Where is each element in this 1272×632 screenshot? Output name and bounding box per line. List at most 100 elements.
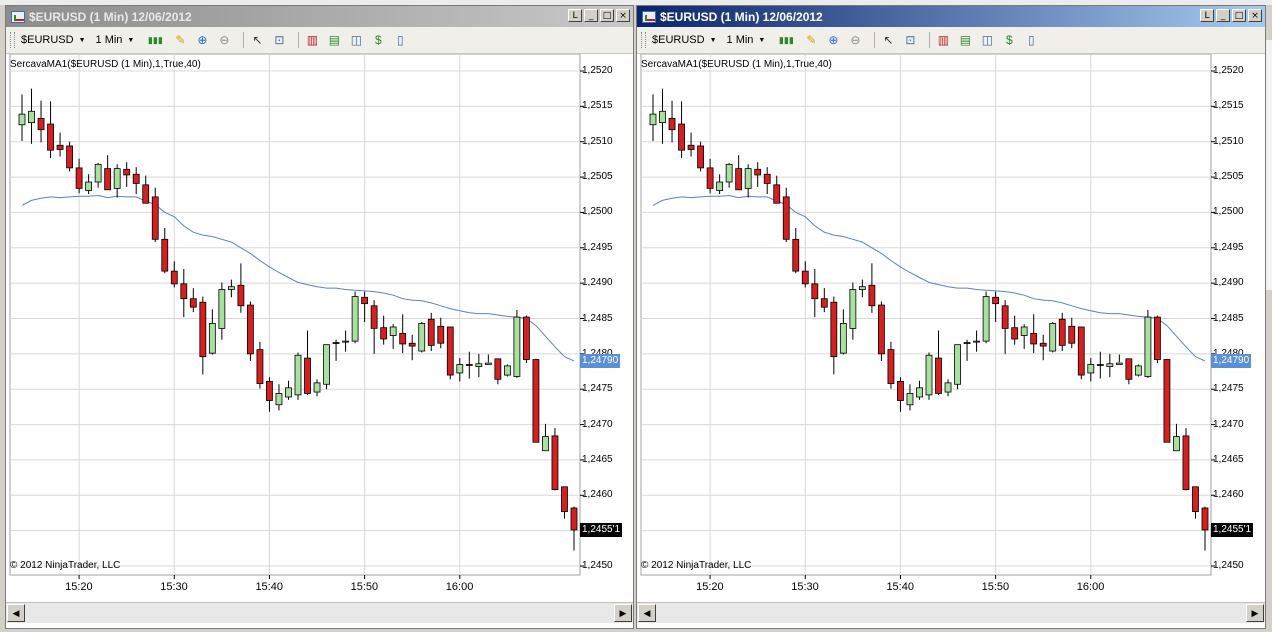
interval-label: 1 Min	[95, 34, 123, 46]
interval-dropdown[interactable]: 1 Min ▼	[727, 34, 766, 46]
chart-panel[interactable]: 1,2520 1,2515 1,2510 1,2505 1,2500 1,2495 1,24…	[6, 54, 633, 606]
y-tick-label: 1,2450	[582, 560, 613, 571]
bar-type-icon[interactable]: ▮▮▮	[775, 32, 797, 48]
candle-body	[897, 381, 904, 401]
drawing-pencil-icon[interactable]: ✎	[803, 32, 819, 48]
y-tick-label: 1,2520	[582, 65, 613, 76]
interval-label: 1 Min	[726, 34, 754, 46]
toolbar-grip[interactable]	[10, 32, 15, 48]
interval-dropdown[interactable]: 1 Min ▼	[96, 34, 135, 46]
zoom-out-icon[interactable]: ⊖	[847, 32, 863, 48]
candle	[294, 352, 302, 400]
candle-body	[361, 296, 369, 305]
candle-body	[744, 168, 752, 189]
instrument-dropdown[interactable]: $EURUSD ▼	[652, 34, 717, 46]
zoom-out-icon[interactable]: ⊖	[216, 32, 232, 48]
chart-window-left[interactable]: $EURUSD (1 Min) 12/06/2012 L _ □ × $EURUSD ▼ 1 …	[5, 5, 634, 629]
minimize-button[interactable]: _	[1216, 9, 1230, 22]
candle-body	[668, 117, 676, 131]
candle-body	[494, 358, 502, 380]
strategies-icon[interactable]: ▤	[326, 32, 342, 48]
scroll-right-button[interactable]: ▶	[1246, 604, 1264, 622]
chart-panel[interactable]: 1,2520 1,2515 1,2510 1,2505 1,2500 1,2495 1,24…	[637, 54, 1265, 606]
candle	[1077, 326, 1085, 380]
candle-body	[1058, 318, 1066, 346]
y-tick-label: 1,2475	[582, 383, 613, 395]
candle-body	[237, 284, 245, 307]
maximize-button[interactable]: □	[600, 9, 614, 22]
y-tick-label: 1,2495	[582, 241, 613, 253]
data-box-icon[interactable]: ⊡	[271, 32, 287, 48]
candle	[1154, 315, 1161, 364]
y-tick-label: 1,2505	[1213, 171, 1244, 183]
candle-body	[1096, 364, 1104, 366]
y-tick-label: 1,2485	[1213, 312, 1244, 324]
order-icon[interactable]: $	[1001, 32, 1017, 48]
candle-body	[1030, 332, 1038, 345]
candle-body	[427, 318, 435, 346]
close-button[interactable]: ×	[616, 9, 630, 22]
y-tick-label: 1,2475	[1213, 383, 1244, 395]
candle-body	[1125, 358, 1133, 380]
y-tick-label: 1,2495	[1213, 241, 1244, 253]
price-chart[interactable]	[637, 54, 1265, 606]
toolbar-grip[interactable]	[641, 32, 646, 48]
maximize-button[interactable]: □	[1232, 9, 1246, 22]
candle-body	[992, 296, 1000, 305]
candle-body	[1068, 325, 1076, 344]
indicators-icon[interactable]: ▥	[935, 32, 951, 48]
chart-toolbar: $EURUSD ▼ 1 Min ▼ ▮▮▮ ✎ ⊕ ⊖ ↖ ⊡ ▥ ▤ ◫ $ ▯	[637, 27, 1265, 54]
candle	[1182, 428, 1190, 491]
cursor-icon[interactable]: ↖	[249, 32, 265, 48]
price-chart[interactable]	[6, 54, 634, 606]
chart-properties-icon[interactable]: ◫	[348, 32, 364, 48]
instrument-dropdown[interactable]: $EURUSD ▼	[21, 34, 86, 46]
data-box-icon[interactable]: ⊡	[902, 32, 918, 48]
title-bar[interactable]: $EURUSD (1 Min) 12/06/2012	[6, 6, 633, 27]
candle-body	[104, 168, 112, 191]
candle-body	[716, 181, 724, 191]
template-icon[interactable]: ▯	[1023, 32, 1039, 48]
candle-body	[887, 349, 895, 384]
template-icon[interactable]: ▯	[392, 32, 408, 48]
candle-body	[66, 145, 73, 169]
close-button[interactable]: ×	[1248, 9, 1262, 22]
zoom-in-icon[interactable]: ⊕	[194, 32, 210, 48]
x-tick-label: 15:40	[886, 581, 914, 593]
candle	[532, 358, 540, 443]
candle-body	[161, 238, 169, 272]
bar-type-icon[interactable]: ▮▮▮	[144, 32, 166, 48]
strategies-icon[interactable]: ▤	[957, 32, 973, 48]
candle-body	[1077, 326, 1085, 376]
candle-body	[1173, 436, 1180, 452]
indicators-icon[interactable]: ▥	[304, 32, 320, 48]
ma-price-marker: 1,24790	[580, 353, 621, 368]
order-icon[interactable]: $	[370, 32, 386, 48]
candle-body	[551, 435, 559, 491]
candle-body	[935, 357, 942, 394]
candle-body	[256, 349, 264, 384]
minimize-button[interactable]: _	[584, 9, 598, 22]
drawing-pencil-icon[interactable]: ✎	[172, 32, 188, 48]
chart-window-right[interactable]: $EURUSD (1 Min) 12/06/2012 L _ □ × $EURUSD ▼ 1 …	[636, 5, 1266, 629]
candle-body	[227, 286, 235, 290]
cursor-icon[interactable]: ↖	[880, 32, 896, 48]
scroll-right-button[interactable]: ▶	[614, 604, 632, 622]
candle-body	[982, 296, 990, 342]
horizontal-scrollbar[interactable]: ◀ ▶	[637, 602, 1265, 623]
candle-body	[1144, 316, 1152, 377]
y-tick-label: 1,2520	[1213, 65, 1244, 76]
link-button[interactable]: L	[568, 9, 582, 22]
y-tick-label: 1,2515	[582, 100, 613, 112]
y-tick-label: 1,2510	[582, 135, 613, 147]
candle-body	[858, 286, 866, 290]
link-button[interactable]: L	[1200, 9, 1214, 22]
candle-body	[839, 323, 847, 354]
chart-properties-icon[interactable]: ◫	[979, 32, 995, 48]
title-bar[interactable]: $EURUSD (1 Min) 12/06/2012	[637, 6, 1265, 27]
horizontal-scrollbar[interactable]: ◀ ▶	[6, 602, 633, 623]
candle	[1144, 310, 1152, 378]
scroll-left-button[interactable]: ◀	[7, 604, 25, 622]
zoom-in-icon[interactable]: ⊕	[825, 32, 841, 48]
scroll-left-button[interactable]: ◀	[638, 604, 656, 622]
